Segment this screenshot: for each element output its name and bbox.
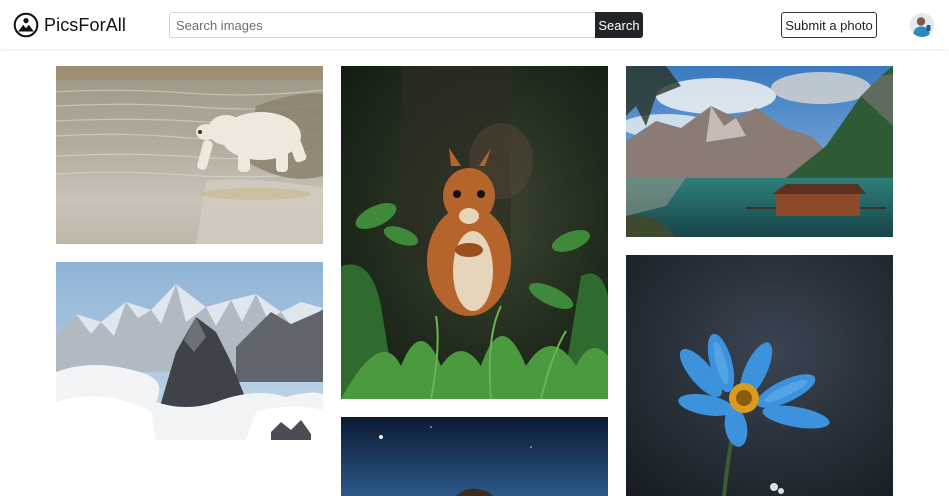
search-input[interactable] xyxy=(169,12,595,38)
blue-flower-photo[interactable] xyxy=(626,255,893,496)
night-sky-photo[interactable] xyxy=(341,417,608,496)
camera-aperture-logo-icon xyxy=(13,12,39,38)
mountain-lake-photo[interactable] xyxy=(626,66,893,237)
search-form: Search xyxy=(169,12,643,38)
brand-name: PicsForAll xyxy=(44,14,127,35)
search-button[interactable]: Search xyxy=(595,12,643,38)
top-navbar: PicsForAll Search Submit a photo xyxy=(0,0,949,49)
submit-photo-button[interactable]: Submit a photo xyxy=(781,12,877,38)
mountain-peaks-photo[interactable] xyxy=(56,262,323,440)
user-avatar-icon[interactable] xyxy=(910,13,934,37)
squirrel-photo[interactable] xyxy=(341,66,608,399)
brand-logo-link[interactable]: PicsForAll xyxy=(13,12,126,38)
polar-bear-photo[interactable] xyxy=(56,66,323,244)
